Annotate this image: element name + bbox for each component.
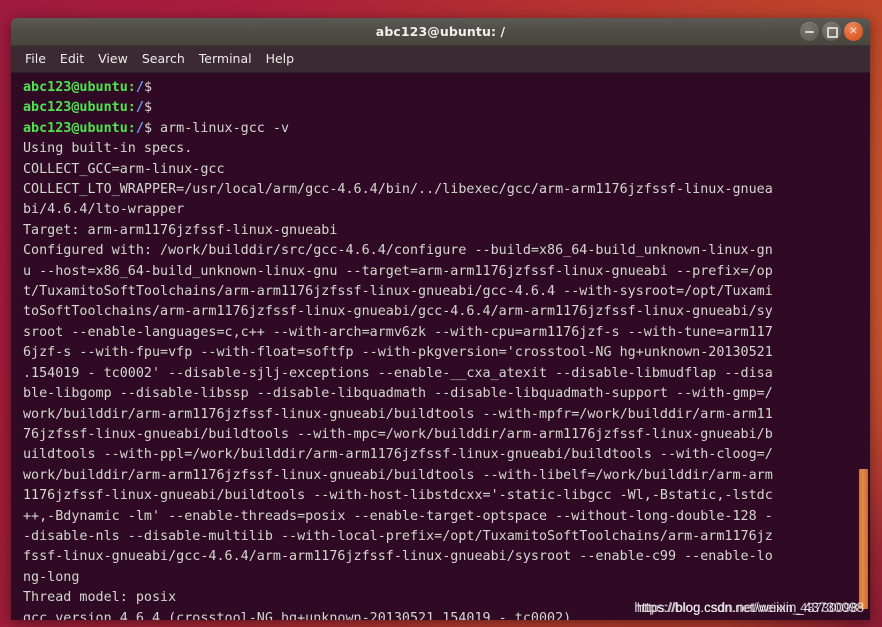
terminal-scrollbar[interactable] <box>857 73 870 620</box>
terminal-output-line: toSoftToolchains/arm-arm1176jzfssf-linux… <box>23 304 773 320</box>
terminal-output-line: 6jzf-s --with-fpu=vfp --with-float=softf… <box>23 345 773 361</box>
terminal-output: abc123@ubuntu:/$ abc123@ubuntu:/$ abc123@u… <box>23 78 856 620</box>
terminal-output-line: ng-long <box>23 569 80 585</box>
menu-item-help[interactable]: Help <box>266 46 295 72</box>
terminal-output-line: Thread model: posix <box>23 590 177 606</box>
terminal-output-line: work/builddir/arm-arm1176jzfssf-linux-gn… <box>23 467 773 483</box>
terminal-window: abc123@ubuntu: / ✕ File Edit View Search… <box>11 18 870 620</box>
menu-item-search[interactable]: Search <box>142 46 185 72</box>
terminal-body[interactable]: abc123@ubuntu:/$ abc123@ubuntu:/$ abc123@u… <box>11 73 870 620</box>
terminal-output-line: ++,-Bdynamic -lm' --enable-threads=posix… <box>23 508 773 524</box>
terminal-output-line: gcc version 4.6.4 (crosstool-NG hg+unkno… <box>23 610 572 620</box>
prompt-user: abc123@ubuntu: <box>23 120 136 136</box>
terminal-output-line: sroot --enable-languages=c,c++ --with-ar… <box>23 324 773 340</box>
terminal-output-line: work/builddir/arm-arm1176jzfssf-linux-gn… <box>23 406 773 422</box>
terminal-command: arm-linux-gcc -v <box>152 120 290 136</box>
prompt-path: / <box>135 100 144 116</box>
prompt-sigil: $ <box>143 100 152 116</box>
prompt-user: abc123@ubuntu: <box>23 80 136 95</box>
terminal-prompt-line: abc123@ubuntu:/$ <box>23 78 856 98</box>
prompt-path: / <box>135 120 144 136</box>
window-titlebar[interactable]: abc123@ubuntu: / ✕ <box>11 18 870 46</box>
terminal-prompt-line: abc123@ubuntu:/$ arm-linux-gcc -v <box>23 119 856 139</box>
minimize-icon <box>805 31 814 33</box>
terminal-output-line: -disable-nls --disable-multilib --with-l… <box>23 528 773 544</box>
terminal-output-line: bi/4.6.4/lto-wrapper <box>23 202 185 218</box>
close-button[interactable]: ✕ <box>844 22 863 41</box>
terminal-output-line: fssf-linux-gnueabi/gcc-4.6.4/arm-arm1176… <box>23 549 773 565</box>
terminal-output-line: COLLECT_LTO_WRAPPER=/usr/local/arm/gcc-4… <box>23 182 773 198</box>
scrollbar-thumb[interactable] <box>859 469 868 609</box>
close-icon: ✕ <box>849 25 858 37</box>
menu-item-view[interactable]: View <box>98 46 128 72</box>
terminal-output-line: t/TuxamitoSoftToolchains/arm-arm1176jzfs… <box>23 284 773 300</box>
prompt-user: abc123@ubuntu: <box>23 100 136 116</box>
window-title: abc123@ubuntu: / <box>375 24 506 39</box>
terminal-output-line: 76jzfssf-linux-gnueabi/buildtools --with… <box>23 426 773 442</box>
terminal-output-line: COLLECT_GCC=arm-linux-gcc <box>23 161 225 177</box>
minimize-button[interactable] <box>800 22 819 41</box>
terminal-output-line: ble-libgomp --disable-libssp --disable-l… <box>23 386 773 402</box>
terminal-output-line: .154019 - tc0002' --disable-sjlj-excepti… <box>23 365 773 381</box>
window-controls: ✕ <box>800 22 863 41</box>
menu-item-edit[interactable]: Edit <box>60 46 84 72</box>
menu-item-file[interactable]: File <box>25 46 46 72</box>
menu-item-terminal[interactable]: Terminal <box>199 46 252 72</box>
maximize-button[interactable] <box>822 22 841 41</box>
terminal-output-line: Using built-in specs. <box>23 141 193 157</box>
terminal-output-line: Target: arm-arm1176jzfssf-linux-gnueabi <box>23 222 338 238</box>
prompt-sigil: $ <box>143 120 152 136</box>
terminal-output-line: uildtools --with-ppl=/work/builddir/arm-… <box>23 447 773 463</box>
terminal-output-line: u --host=x86_64-build_unknown-linux-gnu … <box>23 263 773 279</box>
prompt-sigil: $ <box>143 80 152 95</box>
terminal-output-line: Configured with: /work/builddir/src/gcc-… <box>23 243 773 259</box>
menubar: File Edit View Search Terminal Help <box>11 46 870 73</box>
terminal-prompt-line: abc123@ubuntu:/$ <box>23 98 856 118</box>
maximize-icon <box>827 27 838 38</box>
terminal-output-line: 1176jzfssf-linux-gnueabi/buildtools --wi… <box>23 488 773 504</box>
prompt-path: / <box>135 80 144 95</box>
